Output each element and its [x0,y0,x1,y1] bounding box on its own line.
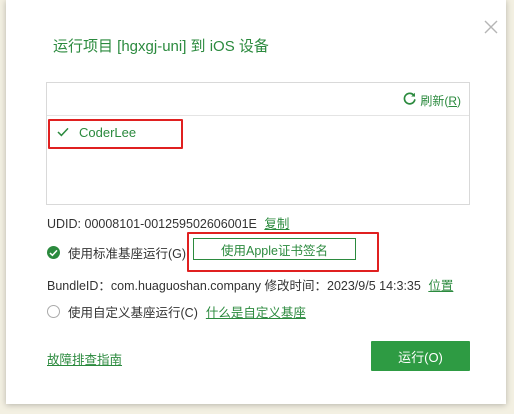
bundle-id-row: BundleID：com.huaguoshan.company 修改时间：202… [47,275,453,294]
radio-checked-icon [47,246,60,259]
annotation-highlight-device [48,119,183,149]
location-link[interactable]: 位置 [428,279,453,293]
run-button[interactable]: 运行(O) [371,341,470,371]
standard-base-option[interactable]: 使用标准基座运行(G) [47,243,186,262]
refresh-button[interactable]: 刷新(R) [402,91,461,109]
troubleshoot-guide-link[interactable]: 故障排查指南 [47,349,122,368]
custom-base-label: 使用自定义基座运行(C) [68,306,198,320]
device-list-header: 刷新(R) [47,83,469,116]
what-is-custom-base-link[interactable]: 什么是自定义基座 [206,302,306,321]
annotation-highlight-apple-sign [187,232,379,272]
custom-base-option[interactable]: 使用自定义基座运行(C) 什么是自定义基座 [47,302,306,321]
refresh-icon [402,91,417,109]
udid-text: UDID: 00008101-001259502606001E [47,217,257,231]
refresh-label: 刷新(R) [420,93,461,108]
copy-udid-link[interactable]: 复制 [264,217,289,231]
close-icon[interactable] [482,18,500,36]
radio-unchecked-icon [47,305,60,318]
dialog-title: 运行项目 [hgxgj-uni] 到 iOS 设备 [53,38,269,55]
udid-row: UDID: 00008101-001259502606001E 复制 [47,213,289,232]
standard-base-label: 使用标准基座运行(G) [68,247,187,261]
bundle-id-text: BundleID：com.huaguoshan.company 修改时间：202… [47,279,421,293]
